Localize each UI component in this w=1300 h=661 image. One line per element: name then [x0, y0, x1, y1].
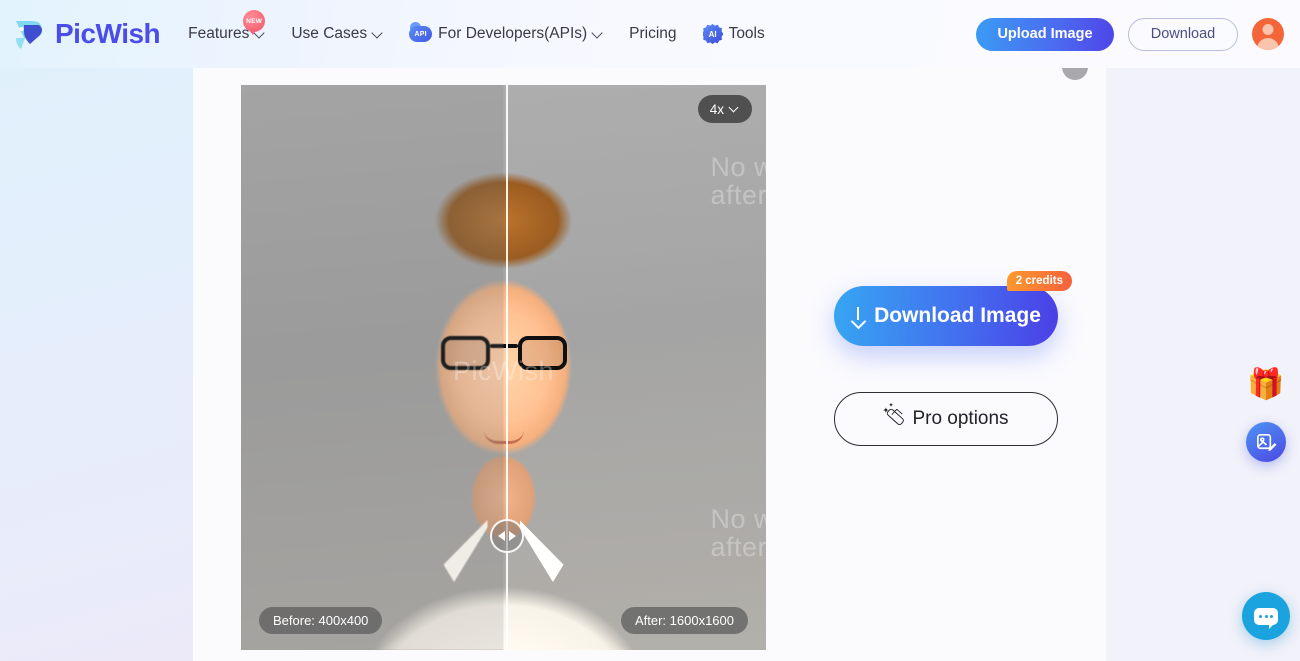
- header-actions: Upload Image Download: [976, 17, 1284, 51]
- chat-bubble-glyph: [1254, 607, 1278, 629]
- picwish-logo-icon: [12, 16, 48, 52]
- new-badge: NEW: [243, 10, 266, 35]
- zoom-level-selector[interactable]: 4x: [697, 95, 752, 123]
- chat-bubble-icon[interactable]: [1242, 592, 1290, 640]
- brand-name: PicWish: [55, 18, 161, 49]
- nav-label-pricing: Pricing: [629, 25, 677, 42]
- user-avatar-icon[interactable]: [1252, 18, 1284, 50]
- floating-side-rail: 🎁: [1240, 370, 1292, 462]
- credits-badge: 2 credits: [1006, 271, 1072, 291]
- nav-item-tools[interactable]: AI Tools: [702, 24, 765, 44]
- before-after-compare-viewer[interactable]: No w after PicWish No w after 4x Before:…: [241, 85, 766, 650]
- download-image-label: Download Image: [874, 304, 1041, 327]
- ai-icon: AI: [702, 24, 723, 44]
- chevron-down-icon: [373, 28, 383, 38]
- nav-item-use-cases[interactable]: Use Cases: [291, 25, 383, 43]
- brand-logo[interactable]: PicWish: [12, 16, 161, 52]
- chevron-down-icon: [730, 103, 740, 113]
- gift-box-icon[interactable]: 🎁: [1247, 370, 1284, 400]
- top-navigation-bar: PicWish Features NEW Use Cases API For D…: [0, 0, 1300, 68]
- nav-label-features: Features: [188, 25, 250, 42]
- nav-label-tools: Tools: [728, 25, 765, 42]
- chevron-down-icon: [593, 28, 603, 38]
- left-arrow-icon: [498, 531, 505, 541]
- nav-label-developers: For Developers(APIs): [438, 25, 588, 42]
- download-arrow-icon: [851, 306, 866, 326]
- upload-image-button[interactable]: Upload Image: [976, 17, 1114, 51]
- pro-options-button[interactable]: ✦ ✦ Pro options: [834, 392, 1058, 446]
- download-image-button[interactable]: Download Image 2 credits: [834, 271, 1072, 346]
- header-download-button[interactable]: Download: [1128, 17, 1238, 51]
- right-gutter-panel: [1106, 68, 1300, 661]
- zoom-level-value: 4x: [709, 101, 724, 117]
- compare-divider-line: [506, 85, 508, 650]
- action-column: Download Image 2 credits: [834, 271, 1072, 346]
- api-icon: API: [409, 22, 433, 42]
- main-nav: Features NEW Use Cases API For Developer…: [188, 10, 765, 44]
- pro-options-label: Pro options: [912, 408, 1009, 429]
- right-arrow-icon: [509, 531, 516, 541]
- compare-slider-handle[interactable]: [490, 519, 524, 553]
- left-gradient-panel: [0, 0, 193, 661]
- nav-item-developers[interactable]: API For Developers(APIs): [409, 22, 603, 43]
- magic-wand-icon: ✦ ✦: [882, 403, 905, 430]
- nav-label-use-cases: Use Cases: [291, 25, 368, 42]
- photo-edit-icon[interactable]: [1246, 422, 1286, 462]
- nav-item-pricing[interactable]: Pricing: [629, 25, 676, 43]
- before-size-tag: Before: 400x400: [259, 607, 383, 634]
- nav-item-features[interactable]: Features NEW: [188, 10, 266, 43]
- after-size-tag: After: 1600x1600: [620, 607, 748, 634]
